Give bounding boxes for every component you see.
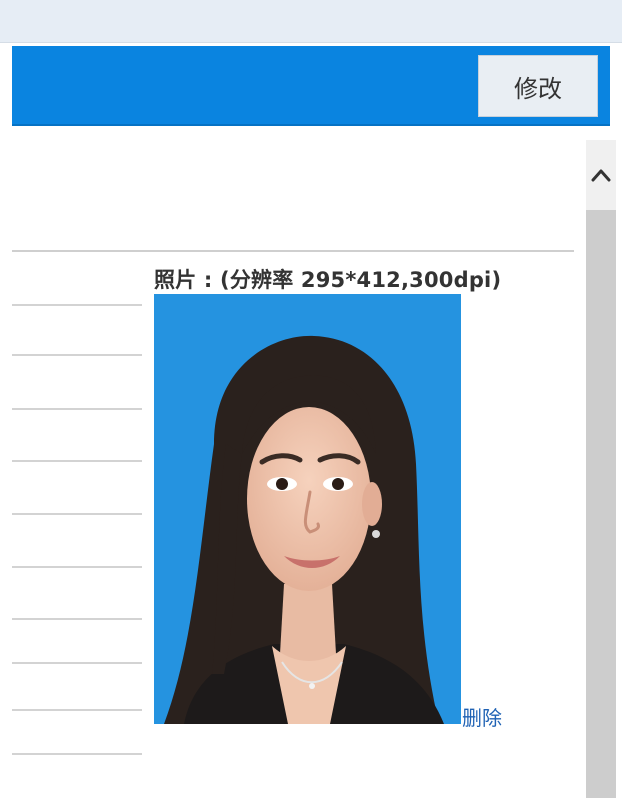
form-field-line	[12, 304, 142, 306]
chevron-up-icon	[591, 169, 611, 182]
edit-button[interactable]: 修改	[478, 55, 598, 117]
form-field-line	[12, 566, 142, 568]
form-field-line	[12, 513, 142, 515]
page: 修改 照片 : (分辨率 295*412,300dpi) 删除	[0, 0, 622, 798]
section-divider	[12, 250, 574, 252]
form-field-line	[12, 753, 142, 755]
form-content: 照片 : (分辨率 295*412,300dpi) 删除	[12, 140, 586, 798]
vertical-scrollbar[interactable]	[586, 140, 616, 798]
form-field-line	[12, 618, 142, 620]
right-edge	[616, 140, 622, 798]
scroll-up-button[interactable]	[586, 140, 616, 210]
delete-photo-link[interactable]: 删除	[462, 702, 502, 731]
form-field-line	[12, 709, 142, 711]
id-photo	[154, 294, 461, 724]
form-field-line	[12, 354, 142, 356]
top-strip	[0, 0, 622, 43]
form-field-line	[12, 408, 142, 410]
form-field-line	[12, 662, 142, 664]
form-field-line	[12, 460, 142, 462]
photo-label: 照片 : (分辨率 295*412,300dpi)	[154, 268, 502, 292]
header-bar: 修改	[12, 46, 610, 126]
